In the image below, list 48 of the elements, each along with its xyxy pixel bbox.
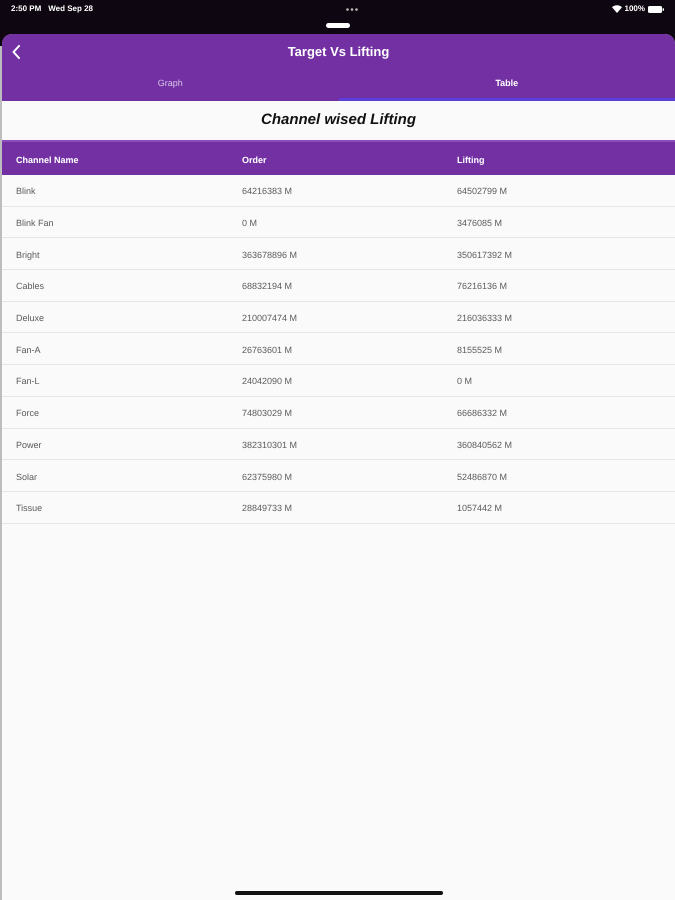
table-cell: Bright bbox=[16, 250, 40, 260]
table-cell: 363678896 M bbox=[242, 250, 298, 260]
screen-title: Target Vs Lifting bbox=[288, 43, 390, 62]
status-time: 2:50 PM bbox=[11, 3, 42, 15]
table-cell: Deluxe bbox=[16, 313, 44, 324]
table-cell: Power bbox=[16, 440, 42, 450]
sheet-grabber[interactable] bbox=[326, 23, 350, 28]
back-chevron-icon[interactable] bbox=[12, 45, 20, 59]
table-cell: 8155525 M bbox=[457, 344, 502, 355]
section-title: Channel wised Lifting bbox=[260, 110, 416, 130]
table-cell: Blink Fan bbox=[16, 218, 54, 228]
table-cell: 76216136 M bbox=[457, 281, 508, 292]
table-cell: 3476085 M bbox=[457, 218, 502, 228]
table-cell: Tissue bbox=[16, 503, 42, 514]
table-cell: 62375980 M bbox=[242, 472, 292, 482]
table-cell: Fan-L bbox=[16, 376, 40, 386]
battery-percent: 100% bbox=[624, 3, 645, 15]
table-cell: 210007474 M bbox=[242, 313, 298, 324]
table-cell: 64502799 M bbox=[457, 186, 508, 196]
column-header: Channel Name bbox=[16, 154, 79, 164]
table-cell: 1057442 M bbox=[457, 503, 502, 514]
column-header: Order bbox=[242, 154, 267, 164]
table-cell: 0 M bbox=[242, 218, 258, 228]
table-cell: 350617392 M bbox=[457, 250, 512, 260]
table-cell: 24042090 M bbox=[242, 376, 292, 386]
table-cell: 28849733 M bbox=[242, 503, 292, 514]
table-cell: Force bbox=[16, 408, 40, 418]
table-cell: Cables bbox=[16, 281, 44, 292]
table-cell: Solar bbox=[16, 472, 38, 482]
table-cell: Blink bbox=[16, 186, 36, 196]
tab[interactable]: Table bbox=[338, 70, 675, 101]
battery-icon bbox=[648, 6, 664, 12]
table-cell: 64216383 M bbox=[242, 186, 292, 196]
table-cell: 68832194 M bbox=[242, 281, 292, 292]
table-cell: 74803029 M bbox=[242, 408, 292, 418]
table-cell: 0 M bbox=[457, 376, 472, 386]
table-cell: 216036333 M bbox=[457, 313, 512, 324]
table-cell: 382310301 M bbox=[242, 440, 298, 450]
table-cell: 52486870 M bbox=[457, 472, 508, 482]
table-cell: 360840562 M bbox=[457, 440, 512, 450]
table-cell: 66686332 M bbox=[457, 408, 508, 418]
table-cell: Fan-A bbox=[16, 344, 41, 355]
table-cell: 26763601 M bbox=[242, 344, 292, 355]
column-header: Lifting bbox=[457, 154, 484, 164]
wifi-icon bbox=[612, 5, 622, 13]
tab[interactable]: Graph bbox=[2, 70, 338, 101]
multitasking-dots-icon[interactable] bbox=[346, 8, 358, 10]
status-date: Wed Sep 28 bbox=[48, 3, 93, 15]
